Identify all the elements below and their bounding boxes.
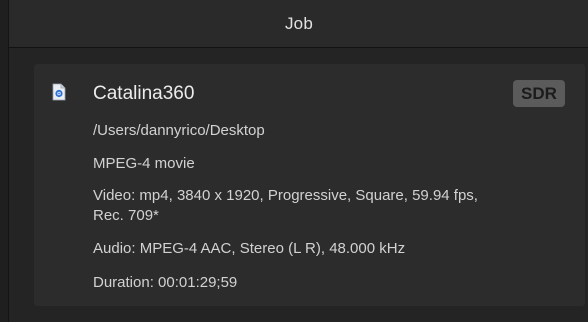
duration-info: Duration: 00:01:29;59: [93, 274, 238, 291]
audio-info: Audio: MPEG-4 AAC, Stereo (L R), 48.000 …: [93, 240, 406, 257]
quicktime-file-icon: [52, 83, 66, 101]
file-path: /Users/dannyrico/Desktop: [93, 122, 265, 139]
file-format: MPEG-4 movie: [93, 155, 195, 172]
job-panel: Job Catalina360 SDR /Users/dannyrico/Des…: [8, 0, 588, 322]
panel-title: Job: [284, 13, 313, 33]
sdr-badge: SDR: [513, 80, 565, 107]
video-info: Video: mp4, 3840 x 1920, Progressive, Sq…: [93, 187, 478, 204]
video-info-continued: Rec. 709*: [93, 207, 159, 224]
panel-header: Job: [9, 0, 588, 48]
job-file-name: Catalina360: [93, 83, 195, 104]
job-card[interactable]: Catalina360 SDR /Users/dannyrico/Desktop…: [34, 64, 585, 306]
